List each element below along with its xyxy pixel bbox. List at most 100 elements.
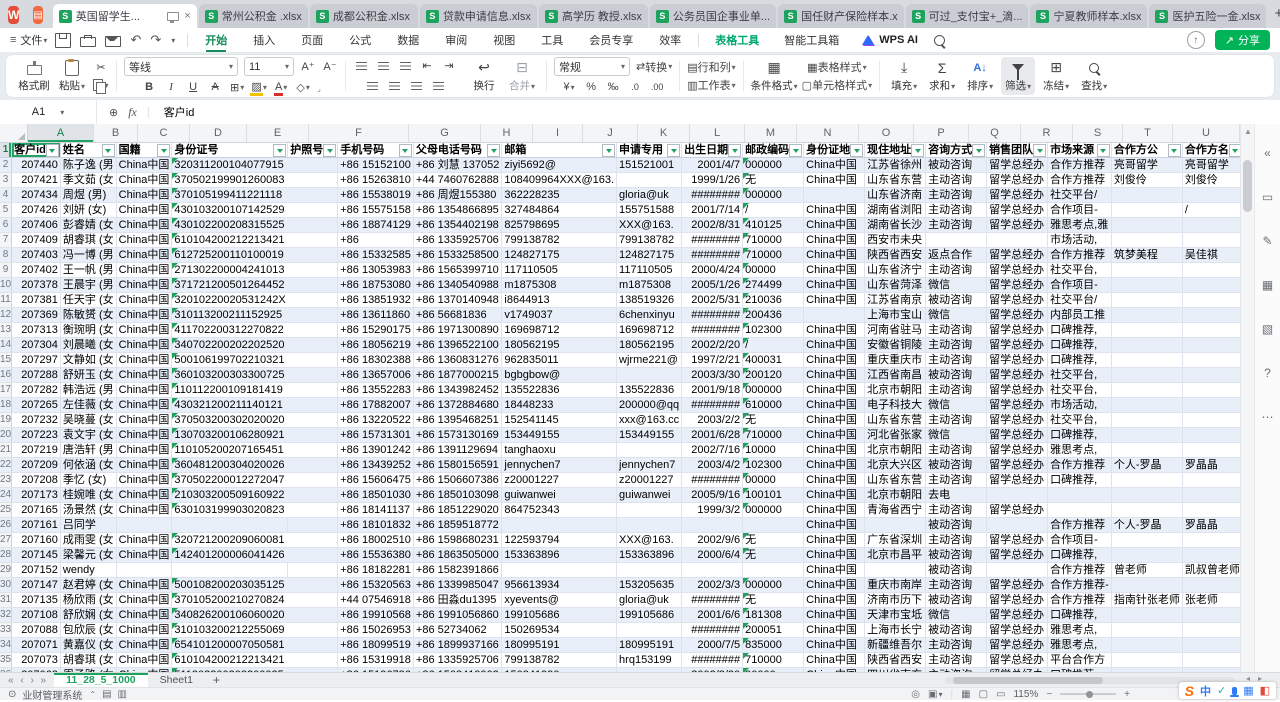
cell-Q19[interactable] <box>1111 413 1182 428</box>
cell-M9[interactable]: 山东省济宁 <box>865 263 926 278</box>
cell-I3[interactable] <box>617 173 682 188</box>
cell-H19[interactable]: 152541145 <box>502 413 617 428</box>
cell-A21[interactable]: 207219 <box>12 443 61 458</box>
cell-L3[interactable]: China中国 <box>804 173 865 188</box>
cell-B7[interactable]: 胡睿琪 (女 <box>60 233 116 248</box>
cell-B29[interactable]: wendy <box>60 563 116 578</box>
cell-R6[interactable] <box>1182 218 1240 233</box>
file-tab[interactable]: S公务员国企事业单... <box>650 4 776 28</box>
file-tab[interactable]: S国任财产保险样本.x <box>778 4 904 28</box>
row-header-35[interactable]: 35 <box>0 653 12 668</box>
cell-A7[interactable]: 207409 <box>12 233 61 248</box>
add-sheet-button[interactable]: + <box>213 673 220 687</box>
filter-dropdown-icon[interactable] <box>789 144 802 157</box>
cell-M16[interactable]: 江西省南昌 <box>865 368 926 383</box>
cell-P30[interactable]: 合作方推荐- <box>1048 578 1112 593</box>
cell-D22[interactable]: 360481200304020026 <box>172 458 288 473</box>
percent-button[interactable]: % <box>583 80 599 95</box>
cell-D29[interactable] <box>172 563 288 578</box>
cell-H12[interactable]: v1749037 <box>502 308 617 323</box>
cell-K3[interactable]: 无 <box>743 173 804 188</box>
cell-M20[interactable]: 河北省张家 <box>865 428 926 443</box>
cell-A34[interactable]: 207071 <box>12 638 61 653</box>
cell-N17[interactable]: 主动咨询 <box>926 383 987 398</box>
cell-H25[interactable]: 864752343 <box>502 503 617 518</box>
cell-E2[interactable] <box>288 158 338 173</box>
row-header-4[interactable]: 4 <box>0 188 12 203</box>
increase-decimal-button[interactable]: .0 <box>627 80 643 95</box>
font-name-select[interactable]: 等线▾ <box>124 57 238 76</box>
cell-F32[interactable]: +86 19910568 <box>338 608 414 623</box>
filter-dropdown-icon[interactable] <box>46 144 59 157</box>
cell-A11[interactable]: 207381 <box>12 293 61 308</box>
cell-Q13[interactable] <box>1111 323 1182 338</box>
cell-C34[interactable]: China中国 <box>116 638 172 653</box>
cell-M34[interactable]: 新疆维吾尔 <box>865 638 926 653</box>
cell-B22[interactable]: 何依涵 (女 <box>60 458 116 473</box>
cell-B27[interactable]: 成雨雯 (女 <box>60 533 116 548</box>
cell-H13[interactable]: 169698712 <box>502 323 617 338</box>
cell-E9[interactable] <box>288 263 338 278</box>
cell-I13[interactable]: 169698712 <box>617 323 682 338</box>
cell-G5[interactable]: +86 1354866895 <box>413 203 501 218</box>
header-cell-I1[interactable]: 申请专用 <box>617 143 682 158</box>
cell-K15[interactable]: 400031 <box>743 353 804 368</box>
row-header-19[interactable]: 19 <box>0 413 12 428</box>
cell-J21[interactable]: 2002/7/16 <box>682 443 743 458</box>
cell-O12[interactable]: 留学总经办 <box>987 308 1048 323</box>
cell-Q26[interactable]: 个人-罗晶 <box>1111 518 1182 533</box>
cell-M32[interactable]: 天津市宝坻 <box>865 608 926 623</box>
cell-G35[interactable]: +86 1335925706 <box>413 653 501 668</box>
file-menu-button[interactable]: ≡ 文件 ▾ <box>10 32 47 48</box>
cell-H26[interactable] <box>502 518 617 533</box>
cell-G22[interactable]: +86 1580156591 <box>413 458 501 473</box>
file-tab[interactable]: S医护五险一金.xlsx <box>1149 4 1266 28</box>
zoom-slider[interactable] <box>1060 693 1116 695</box>
split-view-icon[interactable]: ▣▾ <box>928 689 942 700</box>
cell-A9[interactable]: 207402 <box>12 263 61 278</box>
cell-L28[interactable]: China中国 <box>804 548 865 563</box>
cell-F11[interactable]: +86 13851932 <box>338 293 414 308</box>
mic-icon[interactable] <box>1232 687 1237 695</box>
header-cell-L1[interactable]: 身份证地 <box>804 143 865 158</box>
row-header-26[interactable]: 26 <box>0 518 12 533</box>
cell-A14[interactable]: 207304 <box>12 338 61 353</box>
cell-G29[interactable]: +86 1582391866 <box>413 563 501 578</box>
cell-L34[interactable]: China中国 <box>804 638 865 653</box>
cell-Q2[interactable]: 亮哥留学 <box>1111 158 1182 173</box>
cell-R30[interactable] <box>1182 578 1240 593</box>
cell-A32[interactable]: 207108 <box>12 608 61 623</box>
filter-dropdown-icon[interactable] <box>728 144 741 157</box>
cell-H33[interactable]: 150269534 <box>502 623 617 638</box>
cell-I4[interactable]: gloria@uk <box>617 188 682 203</box>
cell-J2[interactable]: 2001/4/7 <box>682 158 743 173</box>
font-color-button[interactable]: A▾ <box>273 80 289 95</box>
cell-J5[interactable]: 2001/7/14 <box>682 203 743 218</box>
cell-O27[interactable]: 留学总经办 <box>987 533 1048 548</box>
cell-R22[interactable]: 罗晶晶 <box>1182 458 1240 473</box>
cell-N10[interactable]: 微信 <box>926 278 987 293</box>
cell-D9[interactable]: 271302200004241013 <box>172 263 288 278</box>
plugin-label[interactable]: 业财管理系统 <box>22 687 82 702</box>
filter-dropdown-icon[interactable] <box>487 144 500 157</box>
cell-H23[interactable]: z20001227 <box>502 473 617 488</box>
cell-E16[interactable] <box>288 368 338 383</box>
cell-L10[interactable]: China中国 <box>804 278 865 293</box>
cell-F9[interactable]: +86 13053983 <box>338 263 414 278</box>
fill-color-button[interactable]: ▨▾ <box>251 80 267 95</box>
file-tab[interactable]: S成都公积金.xlsx <box>310 4 418 28</box>
header-cell-E1[interactable]: 护照号 <box>288 143 338 158</box>
cell-F24[interactable]: +86 18501030 <box>338 488 414 503</box>
cell-Q18[interactable] <box>1111 398 1182 413</box>
cell-M5[interactable]: 湖南省浏阳 <box>865 203 926 218</box>
merge-cells-button[interactable]: ⊟ 合并▾ <box>505 57 539 95</box>
cell-H4[interactable]: 362228235 <box>502 188 617 203</box>
cell-P20[interactable]: 口碑推荐, <box>1048 428 1112 443</box>
file-tab[interactable]: S可过_支付宝+_滴... <box>906 4 1029 28</box>
cell-M30[interactable]: 重庆市南岸 <box>865 578 926 593</box>
row-header-23[interactable]: 23 <box>0 473 12 488</box>
column-header-I[interactable]: I <box>533 124 583 142</box>
cell-M13[interactable]: 河南省驻马 <box>865 323 926 338</box>
cell-H22[interactable]: jennychen7 <box>502 458 617 473</box>
cell-I17[interactable]: 135522836 <box>617 383 682 398</box>
